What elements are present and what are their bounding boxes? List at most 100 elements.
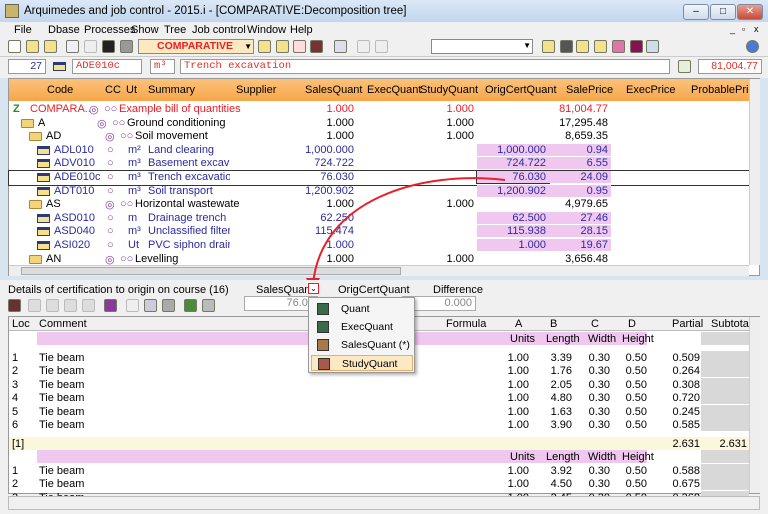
- col-cc[interactable]: CC: [105, 84, 121, 96]
- paste-icon[interactable]: [162, 299, 175, 312]
- record-code[interactable]: ADE010c: [72, 59, 142, 74]
- tree-row[interactable]: A ◎ ○○ Ground conditioning 1.000 1.000 17,295.…: [9, 117, 749, 131]
- menu-item-label: SalesQuant (*): [341, 339, 410, 351]
- value-cell: 0.30: [588, 464, 610, 477]
- copy-icon[interactable]: [144, 299, 157, 312]
- new-icon[interactable]: [8, 40, 21, 53]
- col-code[interactable]: Code: [47, 84, 73, 96]
- measurement-row[interactable]: 2 Tie beam 1.00 4.50 0.30 0.50 0.675: [9, 477, 749, 491]
- mdi-close-button[interactable]: x: [754, 24, 759, 34]
- col-execquant[interactable]: ExecQuant: [367, 84, 421, 96]
- menu-processes[interactable]: Processes: [84, 24, 135, 36]
- measure-icon[interactable]: [82, 299, 95, 312]
- gear-doc-icon[interactable]: [594, 40, 607, 53]
- measurement-row[interactable]: [1] 2.631 2.631: [9, 436, 749, 450]
- mdi-restore-button[interactable]: ▫: [742, 24, 745, 34]
- print-icon[interactable]: [120, 40, 133, 53]
- menu-item-quant[interactable]: Quant: [311, 301, 413, 317]
- window-title: Arquimedes and job control - 2015.i - [C…: [24, 5, 407, 17]
- comment-cell: Tie beam: [39, 365, 85, 377]
- open-icon[interactable]: [26, 40, 39, 53]
- col-supplier[interactable]: Supplier: [236, 84, 276, 96]
- col-salesquant[interactable]: SalesQuant: [305, 84, 362, 96]
- item-type-icon[interactable]: [53, 62, 66, 71]
- menu-item-execquant[interactable]: ExecQuant: [311, 319, 413, 335]
- record-summary[interactable]: Trench excavation: [180, 59, 670, 74]
- subheader-label: Units: [510, 451, 536, 463]
- measurement-row[interactable]: Units Length Width Height: [9, 450, 749, 464]
- tree-row[interactable]: ADL010 ○ m² Land clearing 1,000.000 1,000.000…: [9, 143, 749, 158]
- menu-item-salesquant[interactable]: SalesQuant (*): [311, 337, 413, 353]
- menu-tree[interactable]: Tree: [164, 24, 186, 36]
- menu-help[interactable]: Help: [290, 24, 313, 36]
- measurement-row[interactable]: 4 Tie beam 1.00 4.80 0.30 0.50 0.720: [9, 391, 749, 405]
- mdi-minimize-button[interactable]: _: [730, 24, 735, 34]
- col-summary[interactable]: Summary: [148, 84, 195, 96]
- cut-icon[interactable]: [126, 299, 139, 312]
- validate-icon[interactable]: [184, 299, 197, 312]
- view-select[interactable]: ▼: [431, 39, 533, 54]
- clip-icon[interactable]: [560, 40, 573, 53]
- measurement-row[interactable]: 6 Tie beam 1.00 3.90 0.30 0.50 0.585: [9, 418, 749, 432]
- col-saleprice[interactable]: SalePrice: [566, 84, 613, 96]
- outline-icon[interactable]: [334, 40, 347, 53]
- table-icon[interactable]: [646, 40, 659, 53]
- close-button[interactable]: ✕: [737, 4, 763, 20]
- undo-icon[interactable]: [66, 40, 79, 53]
- redo-icon[interactable]: [84, 40, 97, 53]
- maximize-button[interactable]: □: [710, 4, 736, 20]
- price-doc-icon[interactable]: [612, 40, 625, 53]
- unit-cell: m: [128, 211, 138, 224]
- measurement-row[interactable]: 5 Tie beam 1.00 1.63 0.30 0.50 0.245: [9, 404, 749, 419]
- paste-window-icon[interactable]: [375, 40, 388, 53]
- value-cell: 1.00: [507, 464, 529, 477]
- record-unit[interactable]: m³: [150, 59, 175, 74]
- chevron-down-icon[interactable]: ▼: [523, 41, 531, 50]
- delete-row-icon[interactable]: [46, 299, 59, 312]
- list-icon[interactable]: [293, 40, 306, 53]
- crane-icon[interactable]: [310, 40, 323, 53]
- vertical-scrollbar[interactable]: [749, 79, 760, 265]
- duplicate-icon[interactable]: [64, 299, 77, 312]
- insert-row-icon[interactable]: [28, 299, 41, 312]
- col-origcertquant[interactable]: OrigCertQuant: [485, 84, 557, 96]
- chevron-down-icon[interactable]: ⌄: [308, 283, 319, 294]
- book-icon[interactable]: [104, 299, 117, 312]
- circle-icon: ○: [107, 225, 114, 238]
- chevron-down-icon[interactable]: ▼: [244, 40, 252, 53]
- vertical-scrollbar[interactable]: [749, 317, 760, 493]
- value-cell: 0.50: [625, 392, 647, 404]
- col-ut[interactable]: Ut: [126, 84, 137, 96]
- tree-icon[interactable]: [258, 40, 271, 53]
- record-index: 27: [8, 59, 46, 74]
- menu-window[interactable]: Window: [247, 24, 286, 36]
- value-cell: 1.00: [507, 392, 529, 404]
- tree-row[interactable]: AD ◎ ○○ Soil movement 1.000 1.000 8,659.35: [9, 130, 749, 144]
- menu-job-control[interactable]: Job control: [192, 24, 246, 36]
- open-job-icon[interactable]: [44, 40, 57, 53]
- minimize-button[interactable]: –: [683, 4, 709, 20]
- tree-row[interactable]: Z COMPARA.. ◎ ○○ Example bill of quantities 1…: [9, 103, 749, 117]
- check-doc-icon[interactable]: [576, 40, 589, 53]
- sales-value-field[interactable]: 76.03: [244, 296, 318, 311]
- menu-file[interactable]: File: [14, 24, 32, 36]
- job-select[interactable]: COMPARATIVE ▼: [138, 39, 254, 54]
- menu-item-studyquant[interactable]: StudyQuant: [311, 355, 413, 371]
- col-execprice[interactable]: ExecPrice: [626, 84, 676, 96]
- save-icon[interactable]: [102, 40, 115, 53]
- factory-icon[interactable]: [630, 40, 643, 53]
- copy-window-icon[interactable]: [357, 40, 370, 53]
- folder-icon[interactable]: [276, 40, 289, 53]
- measurement-row[interactable]: 1 Tie beam 1.00 3.92 0.30 0.50 0.588: [9, 463, 749, 478]
- certificate-icon[interactable]: [542, 40, 555, 53]
- value-cell: 0.308: [672, 378, 700, 391]
- certification-icon[interactable]: [8, 299, 21, 312]
- help-icon[interactable]: [746, 40, 759, 53]
- measurement-row[interactable]: 3 Tie beam 1.00 2.05 0.30 0.50 0.308: [9, 377, 749, 392]
- menu-show[interactable]: Show: [131, 24, 159, 36]
- sales-label: SalesQuant: [256, 284, 314, 296]
- col-studyquant[interactable]: StudyQuant: [420, 84, 478, 96]
- menu-dbase[interactable]: Dbase: [48, 24, 80, 36]
- subheader-label: Length: [546, 333, 580, 345]
- crane-gray-icon[interactable]: [202, 299, 215, 312]
